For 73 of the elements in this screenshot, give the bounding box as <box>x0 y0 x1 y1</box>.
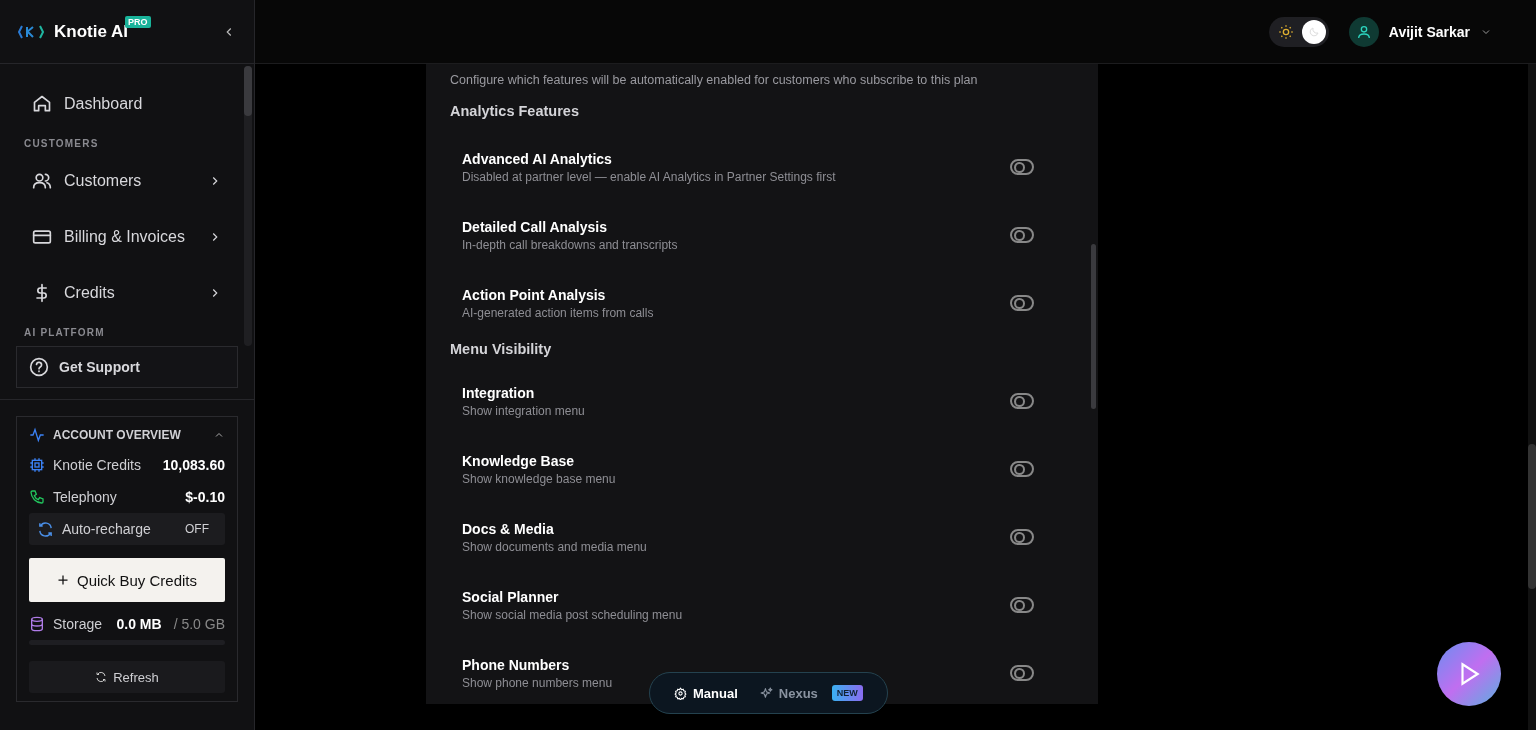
feature-name: Action Point Analysis <box>462 286 607 303</box>
quick-buy-button[interactable]: Quick Buy Credits <box>29 558 225 602</box>
nav-item[interactable]: Credits <box>16 273 238 313</box>
logo-icon <box>18 23 44 40</box>
telephony-value: $-0.10 <box>185 489 225 505</box>
help-icon <box>29 357 49 377</box>
storage-label: Storage <box>53 616 103 632</box>
brand-name: Knotie AI <box>54 21 128 41</box>
feature-name: Detailed Call Analysis <box>462 218 608 235</box>
feature-description: Show integration menu <box>462 403 586 418</box>
feature-toggle[interactable] <box>1010 227 1034 243</box>
section-label: AI PLATFORM <box>24 327 106 338</box>
mode-tab[interactable]: Nexus NEW <box>753 685 869 701</box>
sparkle-icon <box>759 686 773 700</box>
avatar[interactable] <box>1348 16 1379 47</box>
theme-toggle[interactable] <box>1268 16 1329 47</box>
support-button[interactable]: Get Support <box>16 346 238 388</box>
users-icon <box>32 171 52 191</box>
credit-card-icon <box>32 227 52 247</box>
pro-badge: PRO <box>125 15 151 28</box>
home-icon <box>32 94 52 114</box>
storage-total: / 5.0 GB <box>173 616 225 632</box>
gear-icon <box>674 686 687 700</box>
nav-item[interactable]: Billing & Invoices <box>16 217 238 257</box>
refresh-icon <box>95 671 108 683</box>
feature-toggle[interactable] <box>1010 295 1034 311</box>
credits-value: 10,083.60 <box>162 457 225 473</box>
feature-description: AI-generated action items from calls <box>462 305 655 320</box>
feature-toggle[interactable] <box>1010 597 1034 613</box>
feature-name: Social Planner <box>462 588 560 605</box>
chip-icon <box>29 457 45 473</box>
group-heading: Analytics Features <box>450 103 580 119</box>
telephony-label: Telephony <box>53 489 117 505</box>
user-name[interactable]: Avijit Sarkar <box>1388 23 1470 40</box>
feature-description: Show knowledge base menu <box>462 471 617 486</box>
credits-label: Knotie Credits <box>53 457 141 473</box>
scrollbar[interactable] <box>1091 244 1096 409</box>
feature-name: Knowledge Base <box>462 452 576 469</box>
mode-tab[interactable]: Manual <box>668 685 744 701</box>
feature-description: In-depth call breakdowns and transcripts <box>462 237 679 252</box>
feature-toggle[interactable] <box>1010 529 1034 545</box>
nav-item[interactable]: Customers <box>16 161 238 201</box>
auto-recharge-row[interactable]: Auto-recharge OFF <box>29 513 225 545</box>
feature-name: Docs & Media <box>462 520 555 537</box>
phone-icon <box>29 489 45 505</box>
section-label: CUSTOMERS <box>24 138 100 149</box>
feature-toggle[interactable] <box>1010 665 1034 681</box>
user-icon <box>1355 23 1372 40</box>
new-badge: NEW <box>831 685 863 701</box>
moon-icon <box>1307 25 1320 38</box>
refresh-icon <box>37 520 54 538</box>
feature-toggle[interactable] <box>1010 461 1034 477</box>
feature-name: Phone Numbers <box>462 656 571 673</box>
feature-description: Show phone numbers menu <box>462 675 614 690</box>
plus-icon <box>56 574 69 586</box>
sun-icon <box>1277 23 1294 40</box>
intro-text: Configure which features will be automatically enabled for customers who subscribe to this plan <box>450 73 979 87</box>
feature-description: Disabled at partner level — enable AI Analytics in Partner Settings first <box>462 169 837 184</box>
scrollbar[interactable] <box>244 66 252 346</box>
storage-used: 0.0 MB <box>116 616 162 632</box>
feature-name: Advanced AI Analytics <box>462 150 613 167</box>
group-heading: Menu Visibility <box>450 341 553 357</box>
page-scrollbar[interactable] <box>1528 64 1536 730</box>
feature-description: Show social media post scheduling menu <box>462 607 684 622</box>
activity-icon <box>29 427 45 443</box>
database-icon <box>29 616 45 632</box>
overview-title: ACCOUNT OVERVIEW <box>53 428 181 442</box>
nav-item[interactable]: Dashboard <box>16 84 238 124</box>
feature-toggle[interactable] <box>1010 393 1034 409</box>
feature-description: Show documents and media menu <box>462 539 648 554</box>
feature-name: Integration <box>462 384 536 401</box>
feature-toggle[interactable] <box>1010 159 1034 175</box>
refresh-button[interactable]: Refresh <box>29 661 225 693</box>
